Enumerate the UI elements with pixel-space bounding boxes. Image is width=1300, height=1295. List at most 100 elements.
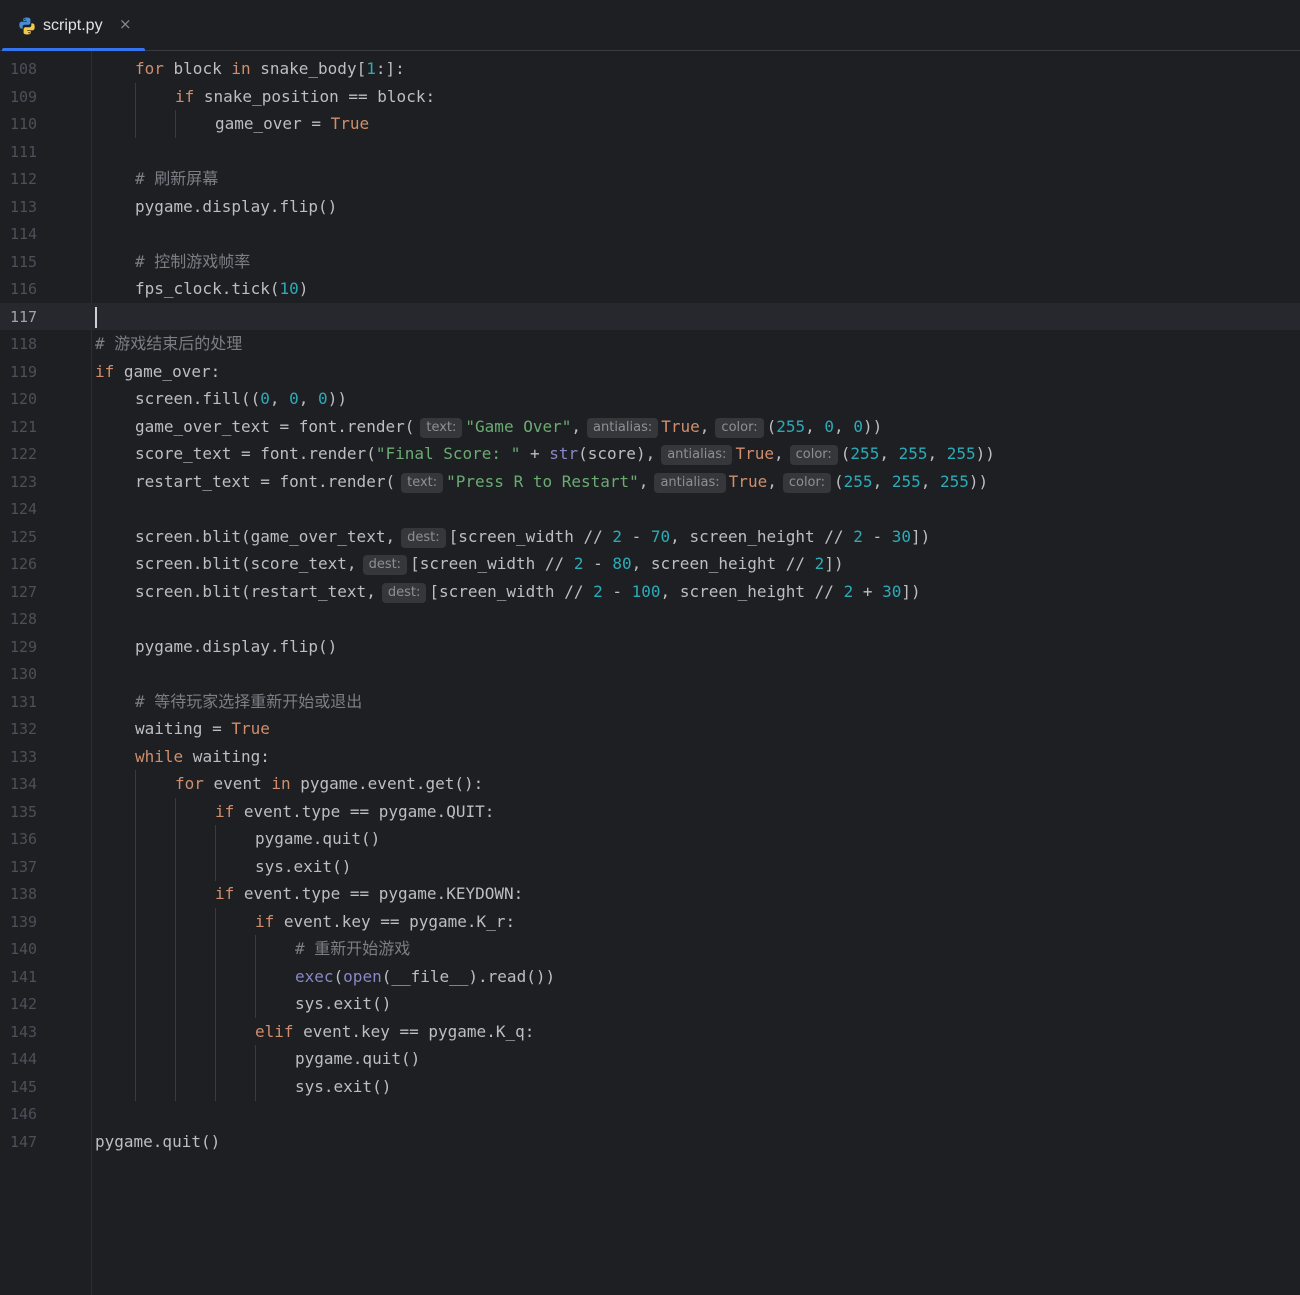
keyword-token: in bbox=[271, 774, 291, 793]
code-line[interactable]: 119 if game_over: bbox=[0, 358, 1300, 386]
code-line[interactable]: 134 for event in pygame.event.get(): bbox=[0, 770, 1300, 798]
keyword-token: if bbox=[215, 801, 235, 821]
code-line[interactable]: 130 bbox=[0, 660, 1300, 688]
code-token: , screen_height // bbox=[670, 526, 854, 546]
indent-guide bbox=[135, 770, 136, 798]
code-line[interactable]: 138 if event.type == pygame.KEYDOWN: bbox=[0, 880, 1300, 908]
code-token: , bbox=[269, 389, 290, 408]
code-line[interactable]: 122 score_text = font.render("Final Score… bbox=[0, 440, 1300, 468]
code-token: waiting: bbox=[183, 746, 270, 766]
code-line[interactable]: 116 fps_clock.tick(10) bbox=[0, 275, 1300, 303]
code-token: , screen_height // bbox=[660, 581, 844, 601]
code-line[interactable]: 114 bbox=[0, 220, 1300, 248]
code-line[interactable]: 140 # 重新开始游戏 bbox=[0, 935, 1300, 963]
line-number: 108 bbox=[10, 60, 38, 78]
code-line[interactable]: 124 bbox=[0, 495, 1300, 523]
code-token: - bbox=[602, 581, 632, 601]
line-number: 110 bbox=[10, 115, 38, 133]
indent-guide bbox=[135, 907, 136, 936]
tab-filename: script.py bbox=[43, 17, 103, 34]
code-line[interactable]: 127 screen.blit(restart_text, dest: [screen… bbox=[0, 578, 1300, 606]
code-line[interactable]: 111 bbox=[0, 138, 1300, 166]
keyword-token: True bbox=[330, 114, 370, 133]
code-text: sys.exit() bbox=[295, 1077, 391, 1097]
code-token: , bbox=[699, 416, 710, 436]
tab-script-py[interactable]: script.py × bbox=[2, 0, 145, 52]
code-token: - bbox=[862, 526, 892, 546]
code-line[interactable]: 123 restart_text = font.render(text: "Pres… bbox=[0, 468, 1300, 496]
code-line[interactable]: 126 screen.blit(score_text, dest: [screen_w… bbox=[0, 550, 1300, 578]
number-token: 2 bbox=[843, 581, 854, 601]
code-text: pygame.quit() bbox=[295, 1049, 420, 1069]
line-number: 137 bbox=[10, 857, 38, 876]
indent-guide bbox=[255, 935, 256, 963]
code-line[interactable]: 133 while waiting: bbox=[0, 743, 1300, 771]
indent-guide bbox=[175, 797, 176, 826]
code-line[interactable]: 117 bbox=[0, 302, 1300, 330]
code-line[interactable]: 145 sys.exit() bbox=[0, 1072, 1300, 1101]
code-token: screen.fill(( bbox=[135, 389, 261, 408]
code-line[interactable]: 143 elif event.key == pygame.K_q: bbox=[0, 1017, 1300, 1046]
code-line[interactable]: 109 if snake_position == block: bbox=[0, 82, 1300, 111]
code-text: # 等待玩家选择重新开始或退出 bbox=[135, 692, 362, 712]
line-number: 142 bbox=[10, 995, 38, 1013]
line-number: 145 bbox=[10, 1077, 38, 1096]
code-token: [screen_width // bbox=[448, 526, 613, 546]
code-line[interactable]: 132 waiting = True bbox=[0, 715, 1300, 743]
number-token: 255 bbox=[898, 444, 928, 463]
code-text: while waiting: bbox=[135, 747, 270, 767]
indent-guide bbox=[135, 1072, 136, 1101]
code-line[interactable]: 121 game_over_text = font.render(text: "Ga… bbox=[0, 413, 1300, 441]
code-line[interactable]: 108 for block in snake_body[1:]: bbox=[0, 55, 1300, 83]
code-line[interactable]: 142 sys.exit() bbox=[0, 990, 1300, 1018]
parameter-hint: dest: bbox=[401, 527, 446, 548]
keyword-token: for bbox=[175, 774, 204, 793]
code-line[interactable]: 141 exec(open(__file__).read()) bbox=[0, 962, 1300, 991]
code-line[interactable]: 135 if event.type == pygame.QUIT: bbox=[0, 797, 1300, 826]
code-line[interactable]: 113 pygame.display.flip() bbox=[0, 193, 1300, 221]
number-token: 1 bbox=[366, 59, 376, 78]
close-icon[interactable]: × bbox=[119, 15, 132, 33]
code-token: block bbox=[163, 59, 232, 78]
code-token: , bbox=[927, 444, 947, 463]
code-text: for event in pygame.event.get(): bbox=[175, 774, 483, 794]
indent-guide bbox=[175, 1017, 176, 1046]
text-caret bbox=[95, 306, 97, 328]
line-number: 119 bbox=[10, 362, 38, 381]
code-line[interactable]: 110 game_over = True bbox=[0, 110, 1300, 138]
code-line[interactable]: 137 sys.exit() bbox=[0, 852, 1300, 881]
code-line[interactable]: 147 pygame.quit() bbox=[0, 1128, 1300, 1156]
code-line[interactable]: 120 screen.fill((0, 0, 0)) bbox=[0, 385, 1300, 413]
code-line[interactable]: 129 pygame.display.flip() bbox=[0, 633, 1300, 661]
code-line[interactable]: 136 pygame.quit() bbox=[0, 825, 1300, 853]
code-token: ) bbox=[298, 279, 309, 298]
keyword-token: if bbox=[215, 884, 235, 903]
number-token: 0 bbox=[260, 389, 270, 408]
number-token: 255 bbox=[946, 444, 976, 463]
line-number: 117 bbox=[10, 307, 38, 326]
code-token: restart_text = font.render( bbox=[135, 471, 396, 491]
code-text: if event.type == pygame.QUIT: bbox=[215, 802, 494, 822]
indent-guide bbox=[175, 880, 176, 908]
code-line[interactable]: 118 # 游戏结束后的处理 bbox=[0, 330, 1300, 358]
code-line[interactable]: 115 # 控制游戏帧率 bbox=[0, 248, 1300, 276]
code-editor[interactable]: 108 for block in snake_body[1:]: 109 if sna… bbox=[0, 51, 1300, 1295]
code-token: sys.exit() bbox=[295, 1076, 392, 1096]
indent-guide bbox=[175, 907, 176, 936]
indent-guide bbox=[175, 1072, 176, 1101]
line-number: 125 bbox=[10, 527, 38, 546]
line-number: 132 bbox=[10, 720, 38, 738]
indent-guide bbox=[175, 110, 176, 138]
code-text: waiting = True bbox=[135, 719, 270, 739]
code-line[interactable]: 125 screen.blit(game_over_text, dest: [scre… bbox=[0, 523, 1300, 551]
keyword-token: True bbox=[661, 416, 700, 436]
code-token: + bbox=[520, 444, 550, 463]
code-line[interactable]: 139 if event.key == pygame.K_r: bbox=[0, 907, 1300, 936]
code-line[interactable]: 112 # 刷新屏幕 bbox=[0, 165, 1300, 193]
code-line[interactable]: 131 # 等待玩家选择重新开始或退出 bbox=[0, 688, 1300, 716]
builtin-token: exec bbox=[295, 966, 334, 986]
code-line[interactable]: 128 bbox=[0, 605, 1300, 633]
line-number: 113 bbox=[10, 197, 38, 216]
code-line[interactable]: 146 bbox=[0, 1100, 1300, 1128]
code-line[interactable]: 144 pygame.quit() bbox=[0, 1045, 1300, 1073]
